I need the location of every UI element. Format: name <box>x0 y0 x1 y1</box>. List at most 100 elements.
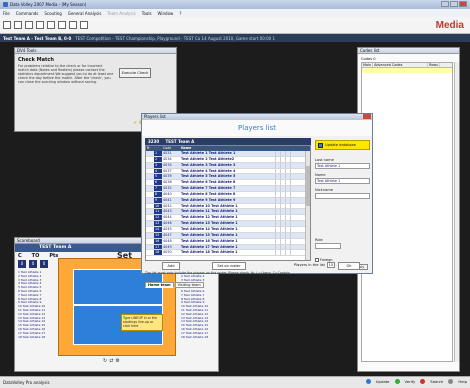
player-name: Test Athlete 14 Test Athlete 1 <box>181 226 238 231</box>
name-field[interactable]: Test Athlete 1 <box>315 178 370 184</box>
player-code: 4031 <box>163 151 172 155</box>
players-table[interactable]: N Code Name 1 4031 Test Athlete 1 Test Ath… <box>145 145 311 261</box>
role-select[interactable] <box>315 243 341 249</box>
player-flag-cell[interactable] <box>290 180 295 186</box>
row-index <box>146 157 154 162</box>
codes-grid[interactable]: Main Advanced Codes Rows <box>361 62 453 362</box>
update-database-button[interactable]: Update database <box>315 140 370 150</box>
chart-icon[interactable] <box>69 21 77 29</box>
close-dialog-button[interactable] <box>363 114 371 119</box>
players-scroll-thumb[interactable] <box>305 166 310 206</box>
set-on-roster-button[interactable]: Set on roster <box>212 262 246 270</box>
player-flag-cell[interactable] <box>290 186 295 191</box>
codes-scrollbar[interactable] <box>454 62 459 362</box>
execute-check-button[interactable]: Execute Check <box>119 68 151 78</box>
lineup-tooltip[interactable]: Type LINEUP in or the startings line-up … <box>121 314 163 331</box>
ok-button[interactable]: Ok <box>338 262 360 270</box>
player-flag-cell[interactable] <box>290 151 295 156</box>
codes-header-main: Main <box>363 63 374 67</box>
new-icon[interactable] <box>3 21 11 29</box>
player-code: 4036 <box>163 180 172 185</box>
player-flag-cell[interactable] <box>290 197 295 203</box>
maximize-button[interactable] <box>450 1 458 7</box>
court-playing-area[interactable] <box>73 269 163 345</box>
player-flag-cell[interactable] <box>290 162 295 168</box>
nickname-field[interactable] <box>315 193 370 199</box>
player-number: 17 <box>154 244 162 250</box>
swap-icon[interactable]: ⇄ <box>109 358 113 364</box>
close-window-button[interactable] <box>459 1 467 7</box>
player-flag-cell[interactable] <box>290 215 295 221</box>
tab-visiting-team[interactable]: Visiting team <box>174 282 204 288</box>
player-number: 9 <box>154 197 162 203</box>
verify-icon <box>394 379 400 384</box>
player-flag-cell[interactable] <box>290 221 295 226</box>
player-name: Test Athlete 4 Test Athlete 4 <box>181 168 236 173</box>
codes-selected-row[interactable] <box>362 68 452 73</box>
minimize-button[interactable] <box>441 1 449 7</box>
list-icon[interactable] <box>47 21 55 29</box>
player-flag-cell[interactable] <box>290 226 295 232</box>
player-code: 4032 <box>163 186 172 191</box>
add-button[interactable]: Add <box>162 262 180 270</box>
player-flag-cell[interactable] <box>290 191 295 197</box>
title-bar: Data Volley 2007 Media - (My Season) <box>0 0 470 9</box>
tab-home-team[interactable]: Home team <box>145 282 174 288</box>
status-help[interactable]: Help <box>458 379 467 384</box>
menu-commands[interactable]: Commands <box>16 11 39 16</box>
menu-window[interactable]: Window <box>158 11 174 16</box>
player-flag-cell[interactable] <box>290 168 295 174</box>
name-label: Name <box>315 173 326 177</box>
window-controls <box>441 1 467 7</box>
player-number: 6 <box>154 180 162 186</box>
menu-file[interactable]: File <box>3 11 10 16</box>
player-flag-cell[interactable] <box>290 209 295 215</box>
player-code: 4046 <box>163 221 172 226</box>
save-icon[interactable] <box>25 21 33 29</box>
player-number: 16 <box>154 238 162 244</box>
status-update[interactable]: Update <box>376 379 390 384</box>
open-icon[interactable] <box>14 21 22 29</box>
players-dialog-title: Players list <box>144 114 166 119</box>
menu-general-analysis[interactable]: General Analysis <box>68 11 102 16</box>
player-flag-cell[interactable] <box>290 203 295 209</box>
menu-tools[interactable]: Tools <box>142 11 152 16</box>
status-verify[interactable]: Verify <box>405 379 416 384</box>
player-number: 14 <box>154 226 162 232</box>
row-index <box>146 209 154 214</box>
menu-scouting[interactable]: Scouting <box>44 11 61 16</box>
rotate-icon[interactable]: ↻ <box>103 358 107 364</box>
menu-team-analysis[interactable]: Team Analysis <box>107 11 135 16</box>
player-code: 4049 <box>163 244 172 249</box>
player-flag-cell[interactable] <box>290 174 295 180</box>
player-flag-cell[interactable] <box>290 156 295 162</box>
player-flag-cell[interactable] <box>290 238 295 244</box>
player-row[interactable]: 18 4050 Test Athlete 18 Test Athlete 1 <box>146 250 310 257</box>
settings-icon[interactable]: ⚙ <box>115 358 119 364</box>
codes-count-label: Codes 0 <box>361 57 376 61</box>
match-teams: Test Team A - Test Team B, 0-0 <box>3 35 72 41</box>
player-flag-cell[interactable] <box>290 250 295 256</box>
player-code: 4050 <box>163 250 172 255</box>
players-banner: Players list <box>142 120 372 136</box>
status-search[interactable]: Search <box>430 379 443 384</box>
print-icon[interactable] <box>58 21 66 29</box>
player-number: 1 <box>154 151 162 156</box>
player-number: 5 <box>154 174 162 180</box>
home-athlete-list: 1 Test Athlete 12 Test Athlete 23 Test A… <box>18 270 45 339</box>
player-number: 13 <box>154 221 162 226</box>
menu-help[interactable]: ? <box>179 11 181 16</box>
player-number: 10 <box>154 203 162 209</box>
player-number: 18 <box>154 250 162 256</box>
team-name: TEST Team A <box>165 139 195 144</box>
player-code: 4040 <box>163 191 172 196</box>
last-name-field[interactable]: Test Athlete 1 <box>315 163 370 169</box>
folder-icon[interactable] <box>80 21 88 29</box>
player-flag-cell[interactable] <box>290 244 295 250</box>
player-flag-cell[interactable] <box>290 232 295 238</box>
player-name: Test Athlete 16 Test Athlete 1 <box>181 238 238 243</box>
player-number: 8 <box>154 191 162 197</box>
grid-icon[interactable] <box>36 21 44 29</box>
team-tabs: Home team Visiting team <box>145 282 204 288</box>
player-name: Test Athlete 6 Test Athlete 6 <box>181 180 236 185</box>
